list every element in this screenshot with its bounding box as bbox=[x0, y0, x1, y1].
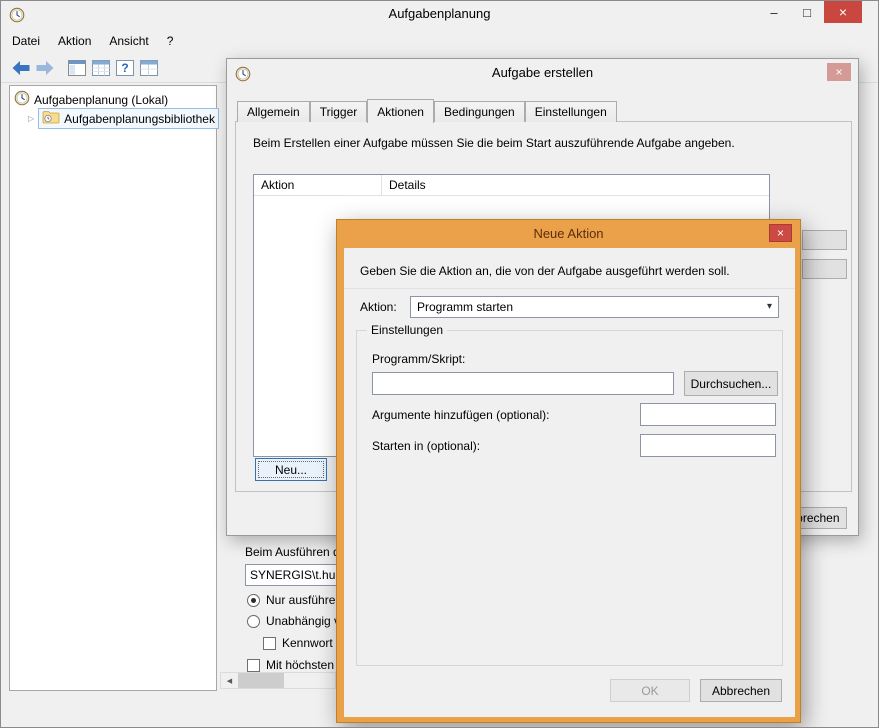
tab-allgemein[interactable]: Allgemein bbox=[237, 101, 310, 122]
tree-item-library-label: Aufgabenplanungsbibliothek bbox=[64, 112, 215, 126]
radio-row-logged-on: Nur ausführen bbox=[247, 593, 342, 607]
hidden-button-fragment-1[interactable] bbox=[802, 230, 847, 250]
svg-text:?: ? bbox=[121, 61, 128, 75]
expander-icon[interactable]: ▷ bbox=[28, 114, 34, 123]
radio-independent[interactable] bbox=[247, 615, 260, 628]
console-tree-icon[interactable] bbox=[65, 56, 89, 80]
separator bbox=[344, 288, 795, 289]
start-in-input[interactable] bbox=[640, 434, 776, 457]
radio-logged-on-label: Nur ausführen bbox=[266, 593, 342, 607]
actions-description: Beim Erstellen einer Aufgabe müssen Sie … bbox=[253, 136, 735, 150]
new-action-dialog: Neue Aktion × Geben Sie die Aktion an, d… bbox=[336, 219, 801, 723]
menu-ansicht[interactable]: Ansicht bbox=[100, 31, 157, 53]
list-view-icon[interactable] bbox=[89, 56, 113, 80]
arguments-input[interactable] bbox=[640, 403, 776, 426]
program-input[interactable] bbox=[372, 372, 674, 395]
chevron-down-icon: ▾ bbox=[767, 301, 772, 312]
radio-independent-label: Unabhängig v bbox=[266, 614, 340, 628]
tree-item-library[interactable]: ▷ Aufgabenplanungsbibliothek bbox=[28, 108, 219, 129]
tab-bedingungen[interactable]: Bedingungen bbox=[434, 101, 525, 122]
horizontal-scrollbar[interactable]: ◀ bbox=[220, 672, 336, 689]
hidden-button-fragment-2[interactable] bbox=[802, 259, 847, 279]
main-window-title: Aufgabenplanung bbox=[1, 1, 878, 29]
tree-item-root[interactable]: Aufgabenplanung (Lokal) bbox=[14, 90, 168, 109]
checkbox-password-label: Kennwort bbox=[282, 636, 333, 650]
new-action-close-icon[interactable]: × bbox=[769, 224, 792, 242]
radio-logged-on[interactable] bbox=[247, 594, 260, 607]
menu-help[interactable]: ? bbox=[158, 31, 183, 53]
tab-trigger[interactable]: Trigger bbox=[310, 101, 368, 122]
check-row-privileges: Mit höchsten bbox=[247, 658, 334, 672]
start-in-label: Starten in (optional): bbox=[372, 439, 480, 453]
tab-aktionen[interactable]: Aktionen bbox=[367, 99, 434, 123]
check-row-password: Kennwort bbox=[263, 636, 333, 650]
tab-strip: Allgemein Trigger Aktionen Bedingungen E… bbox=[237, 98, 617, 122]
arguments-label: Argumente hinzufügen (optional): bbox=[372, 408, 549, 422]
new-action-title: Neue Aktion bbox=[337, 220, 800, 248]
column-header-details[interactable]: Details bbox=[382, 175, 433, 195]
action-dropdown-value: Programm starten bbox=[417, 300, 513, 314]
cancel-button[interactable]: Abbrechen bbox=[700, 679, 782, 702]
tab-einstellungen[interactable]: Einstellungen bbox=[525, 101, 617, 122]
close-button[interactable]: × bbox=[824, 1, 862, 23]
menu-datei[interactable]: Datei bbox=[3, 31, 49, 53]
maximize-button[interactable]: □ bbox=[791, 1, 823, 23]
menu-bar: Datei Aktion Ansicht ? bbox=[3, 31, 182, 53]
help-icon[interactable]: ? bbox=[113, 56, 137, 80]
scrollbar-thumb[interactable] bbox=[238, 673, 284, 688]
console-tree-panel: Aufgabenplanung (Lokal) ▷ Aufgabenplanun… bbox=[9, 85, 217, 691]
new-action-client-area: Geben Sie die Aktion an, die von der Auf… bbox=[344, 248, 795, 717]
run-account-text-fragment: Beim Ausführen d bbox=[245, 545, 340, 559]
actions-list-header: Aktion Details bbox=[254, 175, 769, 196]
checkbox-password[interactable] bbox=[263, 637, 276, 650]
program-label: Programm/Skript: bbox=[372, 352, 465, 366]
ok-button[interactable]: OK bbox=[610, 679, 690, 702]
menu-aktion[interactable]: Aktion bbox=[49, 31, 100, 53]
checkbox-privileges-label: Mit höchsten bbox=[266, 658, 334, 672]
create-task-title: Aufgabe erstellen bbox=[227, 59, 858, 89]
scroll-left-icon[interactable]: ◀ bbox=[221, 673, 238, 688]
tree-item-root-label: Aufgabenplanung (Lokal) bbox=[34, 93, 168, 107]
detail-view-icon[interactable] bbox=[137, 56, 161, 80]
new-action-button[interactable]: Neu... bbox=[255, 458, 327, 481]
checkbox-privileges[interactable] bbox=[247, 659, 260, 672]
back-icon[interactable] bbox=[9, 56, 33, 80]
radio-row-independent: Unabhängig v bbox=[247, 614, 340, 628]
task-scheduler-window: Aufgabenplanung – □ × Datei Aktion Ansic… bbox=[0, 0, 879, 728]
column-header-aktion[interactable]: Aktion bbox=[254, 175, 382, 195]
folder-clock-icon bbox=[42, 110, 60, 127]
browse-button[interactable]: Durchsuchen... bbox=[684, 371, 778, 396]
settings-group-label: Einstellungen bbox=[367, 323, 447, 337]
action-dropdown[interactable]: Programm starten ▾ bbox=[410, 296, 779, 318]
new-action-description: Geben Sie die Aktion an, die von der Auf… bbox=[360, 264, 730, 278]
create-task-close-icon[interactable]: × bbox=[827, 63, 851, 81]
minimize-button[interactable]: – bbox=[758, 1, 790, 23]
forward-icon[interactable] bbox=[33, 56, 57, 80]
clock-icon bbox=[14, 90, 30, 109]
action-label: Aktion: bbox=[360, 300, 397, 314]
